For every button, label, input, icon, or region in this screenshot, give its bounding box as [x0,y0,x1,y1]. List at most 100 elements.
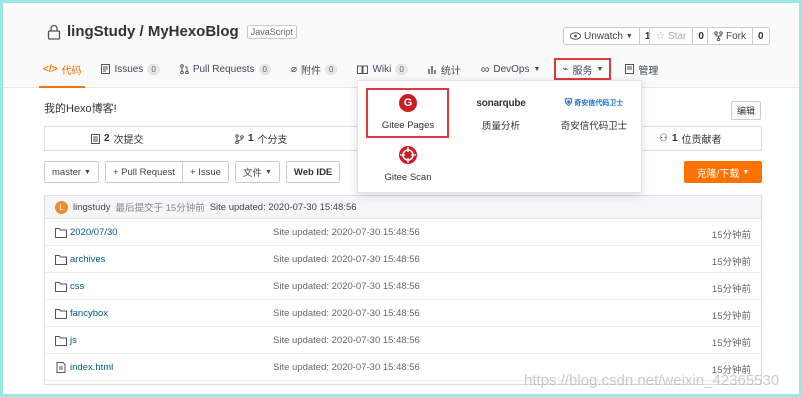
file-commit-message[interactable]: Site updated: 2020-07-30 15:48:56 [273,335,420,346]
tab-devops[interactable]: ∞ DevOps ▼ [481,58,541,80]
tab-pull-requests-label: Pull Requests [192,63,255,75]
unwatch-label: Unwatch [584,30,623,42]
infinity-icon: ∞ [480,62,490,76]
contributors-stat[interactable]: ⚇ 1 位贡献者 [659,131,722,146]
pull-request-button[interactable]: + Pull Request [104,161,184,183]
branches-count: 1 [248,133,254,144]
pull-requests-count-badge: 0 [258,63,271,75]
language-badge[interactable]: JavaScript [246,24,297,39]
commit-message[interactable]: Site updated: 2020-07-30 15:48:56 [210,202,357,213]
tab-stats-label: 统计 [440,65,461,77]
file-name[interactable]: fancybox [70,308,108,319]
caret-down-icon: ▼ [742,168,750,176]
commits-count: 2 [104,133,110,144]
file-commit-message[interactable]: Site updated: 2020-07-30 15:48:56 [273,227,420,238]
commit-meta: 最后提交于 15分钟前 [115,203,205,214]
issues-count-badge: 0 [147,63,160,75]
new-issue-button[interactable]: + Issue [183,161,229,183]
manage-icon [625,64,635,74]
file-name[interactable]: css [70,281,84,292]
service-gitee-scan[interactable]: Gitee Scan [378,145,438,183]
folder-icon [55,309,67,319]
file-name[interactable]: index.html [70,362,113,373]
file-row[interactable]: 2020/07/30 Site updated: 2020-07-30 15:48… [45,219,761,246]
eye-icon [570,32,581,40]
clone-label: 克隆/下载 [696,168,740,180]
tab-services-label: 服务 [572,65,593,77]
code-icon: </> [43,63,58,75]
paperclip-icon: ⌀ [290,63,298,75]
tab-devops-label: DevOps [493,63,530,75]
gitee-logo-icon: G [399,94,417,112]
edit-description-button[interactable]: 编辑 [731,101,762,120]
file-commit-message[interactable]: Site updated: 2020-07-30 15:48:56 [273,362,420,373]
caret-down-icon: ▼ [533,65,541,73]
file-time: 15分钟前 [711,311,751,322]
qax-logo-text: 奇安信代码卫士 [574,100,624,107]
folder-icon [55,336,67,346]
qax-logo: ⛨ 奇安信代码卫士 [565,94,624,112]
clone-download-button[interactable]: 克隆/下载 ▼ [684,161,762,183]
file-row[interactable]: archives Site updated: 2020-07-30 15:48:5… [45,246,761,273]
folder-icon [55,228,67,238]
file-commit-message[interactable]: Site updated: 2020-07-30 15:48:56 [273,254,420,265]
fork-icon [714,31,723,41]
branch-select[interactable]: master ▼ [44,161,99,183]
tab-stats[interactable]: 统计 [428,58,461,80]
caret-down-icon: ▼ [625,32,633,40]
repo-tabs: </> 代码 Issues 0 Pull Requests 0 ⌀ 附件 0 W… [38,58,678,88]
commit-author[interactable]: lingstudy [73,202,111,213]
bar-chart-icon [428,65,436,74]
file-name[interactable]: archives [70,254,105,265]
repo-name[interactable]: lingStudy / MyHexoBlog [67,23,239,40]
service-gitee-pages[interactable]: G Gitee Pages [378,94,438,131]
commits-stat[interactable]: 2 次提交 [91,131,144,146]
fork-count[interactable]: 0 [752,28,769,44]
last-commit-bar: L lingstudy 最后提交于 15分钟前 Site updated: 20… [45,196,761,219]
sonarqube-logo: sonarqube [476,97,526,109]
pull-request-icon [180,64,189,74]
branch-select-label: master [52,166,82,178]
fork-button[interactable]: Fork [708,28,752,44]
file-name[interactable]: 2020/07/30 [70,227,118,238]
file-row[interactable]: js Site updated: 2020-07-30 15:48:56 15分钟前 [45,327,761,354]
star-icon: ☆ [656,30,665,42]
tab-services[interactable]: ⌁ 服务 ▼ [554,58,612,80]
star-button[interactable]: ☆ Star [650,28,692,44]
service-qax[interactable]: ⛨ 奇安信代码卫士 奇安信代码卫士 [556,94,632,133]
unwatch-button[interactable]: Unwatch ▼ [564,28,639,44]
gitee-pages-label: Gitee Pages [381,120,435,131]
tab-attachments[interactable]: ⌀ 附件 0 [290,58,338,80]
contributors-icon: ⚇ [659,133,668,144]
contributors-count: 1 [671,133,678,144]
wiki-count-badge: 0 [395,63,408,75]
file-row[interactable]: css Site updated: 2020-07-30 15:48:56 15分钟… [45,273,761,300]
folder-icon [55,282,67,292]
sonarqube-label: 质量分析 [481,121,520,132]
tab-pull-requests[interactable]: Pull Requests 0 [180,58,271,80]
tab-wiki[interactable]: Wiki 0 [357,58,408,80]
tab-code[interactable]: </> 代码 [38,58,86,88]
avatar[interactable]: L [55,200,68,214]
repo-description: 我的Hexo博客! [44,103,117,115]
web-ide-button[interactable]: Web IDE [285,161,341,183]
repo-title: lingStudy / MyHexoBlog JavaScript [47,23,297,40]
gitee-scan-label: Gitee Scan [384,172,432,183]
attachments-count-badge: 0 [325,63,338,75]
branch-toolbar: master ▼ + Pull Request + Issue 文件 ▼ Web… [44,161,341,183]
tab-issues[interactable]: Issues 0 [101,58,160,80]
branches-label: 个分支 [257,135,288,146]
file-name[interactable]: js [70,335,77,346]
file-list: L lingstudy 最后提交于 15分钟前 Site updated: 20… [44,195,762,385]
file-menu-button[interactable]: 文件 ▼ [234,161,280,183]
commits-label: 次提交 [113,135,144,146]
tab-manage[interactable]: 管理 [625,58,658,80]
service-sonarqube[interactable]: sonarqube 质量分析 [466,94,536,133]
pulse-icon: ⌁ [562,63,569,75]
branches-stat[interactable]: 1 个分支 [235,131,288,146]
file-row[interactable]: fancybox Site updated: 2020-07-30 15:48:5… [45,300,761,327]
tab-attachments-label: 附件 [301,65,322,77]
file-commit-message[interactable]: Site updated: 2020-07-30 15:48:56 [273,308,420,319]
file-menu-label: 文件 [242,168,262,179]
file-commit-message[interactable]: Site updated: 2020-07-30 15:48:56 [273,281,420,292]
